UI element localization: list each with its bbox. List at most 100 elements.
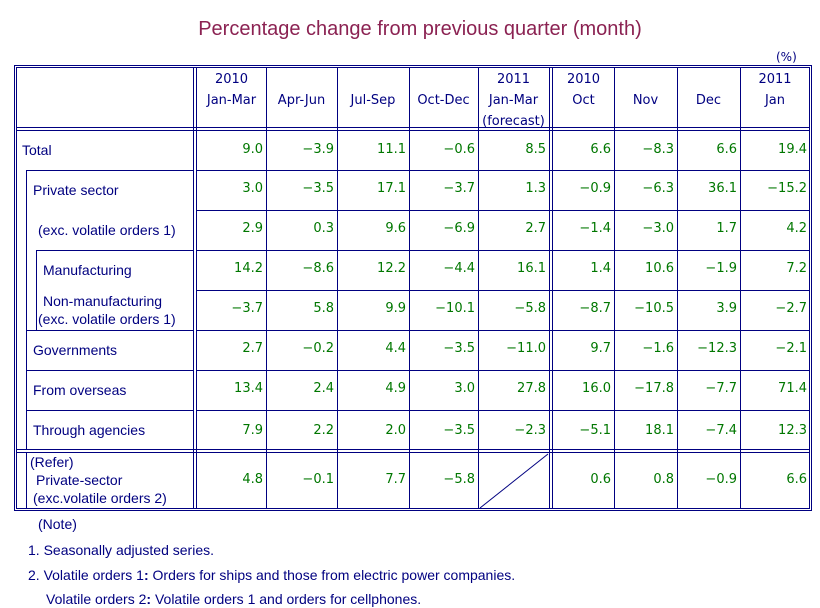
value-cell: −1.6 [642, 341, 674, 356]
value-cell: −3.0 [642, 221, 674, 236]
column-header-line2: Jul-Sep [350, 93, 396, 108]
value-cell: −5.8 [443, 472, 475, 487]
value-cell: −12.3 [697, 341, 737, 356]
table-border [14, 510, 812, 511]
row-label: Private sector [33, 182, 119, 198]
value-cell: −0.9 [579, 181, 611, 196]
table-border [16, 67, 810, 68]
column-header-line2: Oct [572, 93, 595, 108]
value-cell: −7.7 [705, 381, 737, 396]
value-cell: 1.3 [525, 181, 546, 196]
note-heading: (Note) [38, 516, 77, 532]
column-header: Apr-Jun [266, 69, 337, 132]
value-cell: 13.4 [234, 381, 263, 396]
column-header-line1 [409, 69, 478, 90]
value-cell: 36.1 [708, 181, 737, 196]
column-header-line3 [614, 111, 677, 132]
table-rule [26, 330, 193, 331]
value-cell: −10.1 [435, 301, 475, 316]
value-cell: −0.6 [443, 142, 475, 157]
row-label: From overseas [33, 382, 127, 398]
value-cell: −11.0 [506, 341, 546, 356]
column-header-line1 [614, 69, 677, 90]
value-cell: 16.0 [582, 381, 611, 396]
column-header-line1 [337, 69, 409, 90]
value-cell: −2.7 [775, 301, 807, 316]
value-cell: −8.7 [579, 301, 611, 316]
value-cell: 3.0 [242, 181, 263, 196]
column-header-line3 [409, 111, 478, 132]
table-border [14, 65, 15, 511]
value-cell: 8.5 [525, 142, 546, 157]
value-cell: 0.3 [313, 221, 334, 236]
value-cell: −8.3 [642, 142, 674, 157]
row-label: Through agencies [33, 422, 146, 438]
value-cell: −6.3 [642, 181, 674, 196]
column-header-line3 [677, 111, 740, 132]
value-cell: 9.9 [385, 301, 406, 316]
column-header-line1: 2011 [496, 72, 531, 87]
value-cell: 7.2 [786, 261, 807, 276]
value-cell: 19.4 [778, 142, 807, 157]
row-label: Total [22, 142, 52, 158]
row-label: Private-sector [36, 472, 123, 488]
page-title: Percentage change from previous quarter … [198, 18, 642, 40]
column-header-line2: Oct-Dec [417, 93, 470, 108]
value-cell: 71.4 [778, 381, 807, 396]
value-cell: −6.9 [443, 221, 475, 236]
column-header-line3 [740, 111, 810, 132]
value-cell: −4.4 [443, 261, 475, 276]
column-header-line2: Dec [695, 93, 722, 108]
column-header: 2010 Oct [553, 69, 614, 132]
value-cell: 4.4 [385, 341, 406, 356]
column-header-line3 [337, 111, 409, 132]
row-label: (exc. volatile orders 1) [38, 311, 176, 327]
table-border [16, 508, 810, 509]
table-rule [36, 250, 37, 330]
table-border [14, 65, 812, 66]
value-cell: 6.6 [786, 472, 807, 487]
column-header: 2010 Jan-Mar [197, 69, 266, 132]
value-cell: −0.1 [302, 472, 334, 487]
note-2-term: 2. Volatile orders 1 [28, 567, 144, 583]
value-cell: −0.9 [705, 472, 737, 487]
table-rule [26, 410, 193, 411]
column-header: 2011 Jan [740, 69, 810, 132]
column-header-line1: 2011 [758, 72, 792, 87]
value-cell: 2.9 [242, 221, 263, 236]
value-cell: −0.2 [302, 341, 334, 356]
column-header-line3 [197, 111, 266, 132]
value-cell: −1.4 [579, 221, 611, 236]
value-cell: 27.8 [517, 381, 546, 396]
value-cell: 2.2 [313, 423, 334, 438]
table-border [16, 67, 17, 509]
value-cell: 3.9 [716, 301, 737, 316]
column-header-line1: 2010 [566, 72, 601, 87]
value-cell: 12.3 [778, 423, 807, 438]
value-cell: 2.0 [385, 423, 406, 438]
value-cell: 2.7 [525, 221, 546, 236]
value-cell: −2.1 [775, 341, 807, 356]
value-cell: 12.2 [377, 261, 406, 276]
value-cell: 1.7 [716, 221, 737, 236]
value-cell: −3.5 [443, 423, 475, 438]
column-header: Nov [614, 69, 677, 132]
row-label: (exc.volatile orders 2) [33, 490, 167, 506]
value-cell: −2.3 [514, 423, 546, 438]
note-2: 2. Volatile orders 1: Orders for ships a… [28, 567, 515, 583]
column-header: Dec [677, 69, 740, 132]
column-header: Oct-Dec [409, 69, 478, 132]
value-cell: 5.8 [313, 301, 334, 316]
value-cell: −7.4 [705, 423, 737, 438]
value-cell: 14.2 [234, 261, 263, 276]
value-cell: −5.8 [514, 301, 546, 316]
table-rule [193, 67, 194, 509]
value-cell: 4.8 [242, 472, 263, 487]
column-header-line3 [266, 111, 337, 132]
column-header-line2: Jan-Mar [206, 93, 257, 108]
value-cell: 1.4 [590, 261, 611, 276]
value-cell: −17.8 [634, 381, 674, 396]
column-header: Jul-Sep [337, 69, 409, 132]
not-applicable-slash [479, 453, 549, 509]
column-header-line2: Apr-Jun [277, 93, 326, 108]
